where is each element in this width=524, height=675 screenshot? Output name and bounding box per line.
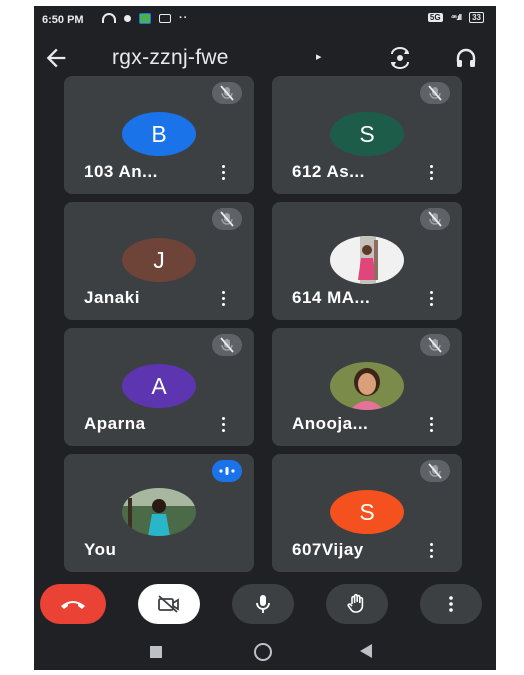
meeting-screen: 6:50 PM ·· 5G ⁴⁶.ıll 33 rgx-zznj-fwe ▸ B…: [34, 6, 496, 670]
participant-more-icon[interactable]: [218, 288, 228, 308]
headphones-audio-icon[interactable]: [454, 46, 478, 70]
participant-more-icon[interactable]: [426, 414, 436, 434]
mic-off-icon: [212, 334, 242, 356]
mic-off-icon: [212, 208, 242, 230]
participant-name: 612 As...: [292, 162, 365, 181]
participant-name: 607Vijay: [292, 540, 364, 559]
participant-name: 614 MA...: [292, 288, 371, 307]
mic-off-icon: [420, 334, 450, 356]
avatar-initial: B: [122, 112, 196, 156]
participant-tile[interactable]: J Janaki: [64, 202, 254, 320]
avatar-initial: S: [330, 490, 404, 534]
participant-tile[interactable]: 614 MA...: [272, 202, 462, 320]
mic-off-icon: [420, 208, 450, 230]
back-nav-icon[interactable]: [360, 644, 372, 658]
participant-name: Anooja...: [292, 414, 369, 433]
headset-notification-icon: [102, 13, 116, 23]
video-off-icon: [158, 595, 179, 613]
call-controls: [34, 584, 496, 634]
more-vert-icon: [449, 596, 453, 612]
speaking-indicator-icon: [212, 460, 242, 482]
back-arrow-icon[interactable]: [42, 44, 70, 72]
microphone-button[interactable]: [232, 584, 294, 624]
record-notification-icon: [124, 14, 131, 22]
end-call-button[interactable]: [40, 584, 106, 624]
participant-name: Janaki: [84, 288, 140, 307]
system-nav-bar: [34, 634, 496, 670]
participant-more-icon[interactable]: [426, 162, 436, 182]
participant-tile[interactable]: Anooja...: [272, 328, 462, 446]
mic-off-icon: [420, 460, 450, 482]
recents-icon[interactable]: [150, 646, 162, 658]
camera-off-button[interactable]: [138, 584, 200, 624]
status-time: 6:50 PM: [42, 14, 84, 26]
participant-tile[interactable]: S 607Vijay: [272, 454, 462, 572]
status-bar: 6:50 PM ·· 5G ⁴⁶.ıll 33: [34, 6, 496, 34]
participant-more-icon[interactable]: [218, 414, 228, 434]
meeting-header: rgx-zznj-fwe ▸: [34, 36, 496, 80]
participant-tile[interactable]: A Aparna: [64, 328, 254, 446]
meeting-info-arrow-icon[interactable]: ▸: [316, 50, 322, 63]
data-icon: 5G: [427, 13, 443, 22]
battery-icon: 33: [469, 12, 484, 23]
raise-hand-button[interactable]: [326, 584, 388, 624]
mic-off-icon: [420, 82, 450, 104]
avatar-photo: [122, 488, 196, 536]
participant-name: You: [84, 540, 117, 559]
participant-more-icon[interactable]: [426, 288, 436, 308]
avatar-initial: A: [122, 364, 196, 408]
participant-more-icon[interactable]: [426, 540, 436, 560]
participant-tile[interactable]: B 103 An...: [64, 76, 254, 194]
more-notifications-icon: ··: [179, 12, 189, 24]
participant-name: 103 An...: [84, 162, 158, 181]
participant-tile-self[interactable]: You: [64, 454, 254, 572]
notification-icons: ··: [102, 12, 188, 24]
video-notification-icon: [159, 13, 171, 23]
hand-icon: [347, 593, 364, 613]
avatar-photo: [330, 362, 404, 410]
signal-icon: ⁴⁶.ıll: [450, 13, 462, 22]
mic-off-icon: [212, 82, 242, 104]
participant-tile[interactable]: S 612 As...: [272, 76, 462, 194]
participant-name: Aparna: [84, 414, 146, 433]
avatar-photo: [330, 236, 404, 284]
system-icons: 5G ⁴⁶.ıll 33: [427, 12, 484, 23]
gallery-notification-icon: [139, 12, 151, 24]
participant-more-icon[interactable]: [218, 162, 228, 182]
meeting-code[interactable]: rgx-zznj-fwe: [112, 46, 229, 70]
more-options-button[interactable]: [420, 584, 482, 624]
hang-up-icon: [61, 601, 85, 609]
mic-icon: [256, 595, 270, 613]
home-icon[interactable]: [254, 643, 272, 661]
avatar-initial: J: [122, 238, 196, 282]
switch-camera-icon[interactable]: [388, 46, 412, 70]
avatar-initial: S: [330, 112, 404, 156]
